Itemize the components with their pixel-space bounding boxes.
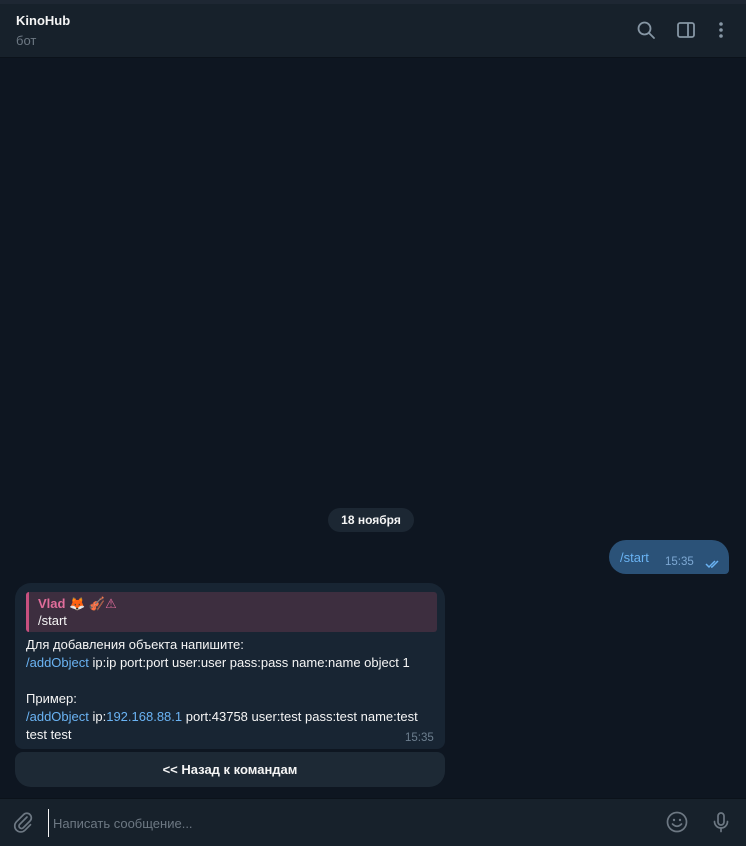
message-text: test test [26,727,72,742]
message-text: Для добавления объекта напишите: [26,637,244,652]
back-to-commands-button[interactable]: << Назад к командам [15,752,445,787]
message-line [26,672,438,690]
message-composer [0,798,746,846]
message-line: Для добавления объекта напишите: [26,636,438,654]
chat-title[interactable]: KinoHub [16,13,70,28]
command-link[interactable]: 192.168.88.1 [106,709,182,724]
outgoing-message-text[interactable]: /start [620,550,649,565]
message-line: /addObject ip:ip port:port user:user pas… [26,654,438,672]
outgoing-message-time: 15:35 [665,556,694,568]
message-input[interactable] [48,809,655,837]
paperclip-icon[interactable] [11,811,35,835]
message-text: ip:ip port:port user:user pass:pass name… [88,655,410,670]
command-link[interactable]: /addObject [26,709,89,724]
incoming-message[interactable]: Vlad 🦊 🎻⚠ /start Для добавления объекта … [15,583,445,749]
emoji-icon[interactable] [665,810,689,834]
message-text: port:43758 user:test pass:test name:test [182,709,418,724]
double-check-icon [705,556,723,574]
message-line: Пример: [26,690,438,708]
chat-scrollbar[interactable] [736,58,746,798]
sidebar-toggle-icon[interactable] [675,19,697,41]
reply-author: Vlad 🦊 🎻⚠ [38,596,117,612]
chat-header: KinoHub бот [0,4,746,58]
reply-text: /start [38,613,67,628]
incoming-message-time: 15:35 [405,732,434,744]
message-text: Пример: [26,691,77,706]
date-separator: 18 ноября [328,508,414,532]
command-link[interactable]: /addObject [26,655,89,670]
incoming-message-body: Для добавления объекта напишите: /addObje… [26,636,438,744]
search-icon[interactable] [635,19,657,41]
reply-author-name: Vlad [38,596,66,611]
outgoing-message[interactable]: /start 15:35 [609,540,729,574]
reply-quote[interactable]: Vlad 🦊 🎻⚠ /start [26,592,437,632]
chat-subtitle: бот [16,33,37,48]
message-text: ip: [88,709,107,724]
more-vertical-icon[interactable] [710,19,732,41]
message-line: test test [26,726,438,744]
microphone-icon[interactable] [709,810,733,834]
message-line: /addObject ip:192.168.88.1 port:43758 us… [26,708,438,726]
reply-author-emoji: 🦊 🎻⚠ [69,596,117,611]
